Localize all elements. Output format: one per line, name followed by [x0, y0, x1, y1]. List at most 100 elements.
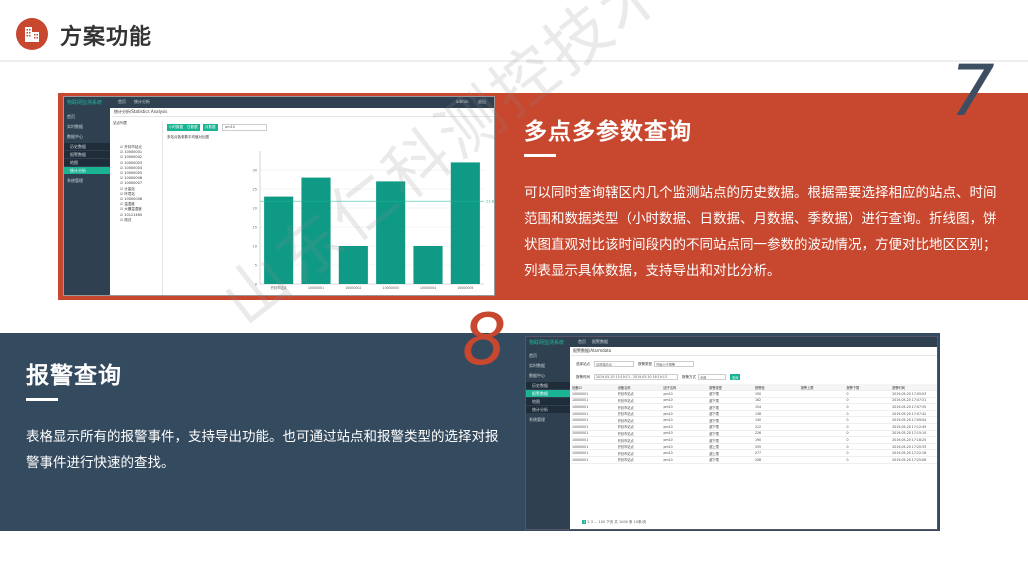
sidebar-item-alarm[interactable]: 报警数据 [532, 391, 548, 397]
sidebar-item-statistics[interactable]: 统计分析 [70, 168, 86, 174]
sidebar-item-map[interactable]: 地图 [70, 160, 78, 166]
tree-item[interactable]: ☑ 10000002 [120, 155, 142, 159]
table-row[interactable]: 10000001 开封市站点 pm10 超下限 226 0 2019-05-20 17:15… [571, 430, 937, 438]
statistics-screenshot: 物联网监测系统 首页 统计分析 admin 退出 首页 实时数据 数据中心 历史… [63, 96, 495, 296]
table-row[interactable]: 10000001 开封市站点 pm10 超下限 154 0 2019-05-20 17:07… [571, 403, 937, 411]
table-cell: 超下限 [708, 403, 754, 411]
alarm-mode-select[interactable]: 全部 [698, 374, 726, 380]
tree-item[interactable]: ☑ 10000004 [120, 166, 142, 170]
user-menu[interactable]: admin [456, 99, 469, 104]
factor-select[interactable]: pm10 [222, 124, 267, 131]
table-row[interactable]: 10000001 开封市站点 pm10 超下限 138 0 2019-05-20 17:07… [571, 410, 937, 418]
section-7-number: 7 [950, 50, 995, 132]
nav-statistics[interactable]: 统计分析 [134, 99, 150, 105]
reference-label: 21.8 [486, 200, 494, 204]
pager-text: 2 3 ... 100 下页 共 1000 条 10条/页 [587, 520, 647, 524]
table-cell: 开封市站点 [616, 443, 663, 451]
table-row[interactable]: 10000001 开封市站点 pm10 超上限 277 0 2019-05-20 17:22… [571, 449, 937, 458]
section-8-number: 8 [462, 299, 507, 381]
table-cell: 2019-05-20 17:07:31 [891, 397, 937, 405]
building-icon [16, 18, 48, 50]
table-cell: 超下限 [708, 416, 754, 425]
sidebar-item-system[interactable]: 系统管理 [67, 178, 83, 184]
table-cell: 开封市站点 [616, 397, 663, 405]
logout-link[interactable]: 退出 [478, 99, 486, 105]
column-header[interactable]: 报警类型 [708, 384, 754, 392]
tree-item[interactable]: ☑ 10000008 [120, 197, 142, 201]
table-cell: 开封市站点 [616, 449, 663, 458]
tab-daily[interactable]: 日数据 [185, 124, 200, 131]
tree-item[interactable]: ☑ 10000007 [120, 181, 142, 185]
table-cell: 10000001 [571, 390, 617, 398]
slide: 方案功能 7 物联网监测系统 首页 统计分析 admin 退出 首页 实时数据 … [0, 0, 1028, 578]
column-header[interactable]: 设备ID [571, 384, 617, 392]
breadcrumb: 报警数据/Alarmdata [571, 348, 937, 356]
sidebar-item-datacenter[interactable]: 数据中心 [529, 373, 545, 379]
table-cell [799, 416, 846, 425]
tree-item[interactable]: ☑ 10000005 [120, 171, 142, 175]
tree-item[interactable]: ☑ 10000001 [120, 150, 142, 154]
nav-home[interactable]: 首页 [118, 99, 126, 105]
x-tick-label: 10000004 [420, 286, 436, 290]
sidebar-item-home[interactable]: 首页 [529, 353, 537, 359]
table-cell: pm10 [662, 436, 709, 444]
nav-alarm[interactable]: 报警数据 [592, 339, 608, 345]
table-cell [799, 397, 846, 405]
tree-item[interactable]: ☑ 10000006 [120, 176, 142, 180]
column-header[interactable]: 报警时间 [891, 384, 937, 392]
station-select[interactable]: 请选择站点 [594, 361, 634, 367]
column-header[interactable]: 因子名称 [662, 384, 709, 392]
column-header[interactable]: 设备名称 [616, 384, 663, 392]
sidebar-item-map[interactable]: 地图 [532, 399, 540, 405]
table-cell: pm10 [662, 430, 709, 438]
tab-hourly[interactable]: 小时数据 [167, 124, 185, 131]
table-row[interactable]: 10000001 开封市站点 pm10 超下限 190 0 2019-05-20 17:18… [571, 436, 937, 444]
y-tick-label: 20 [253, 207, 257, 211]
table-cell: 0 [845, 436, 892, 444]
sidebar-item-datacenter[interactable]: 数据中心 [67, 134, 83, 140]
column-header[interactable]: 报警上限 [799, 384, 846, 392]
table-row[interactable]: 10000001 开封市站点 pm10 超下限 162 0 2019-05-20 17:07… [571, 397, 937, 405]
sidebar-item-realtime[interactable]: 实时数据 [67, 124, 83, 130]
nav-home[interactable]: 首页 [578, 339, 586, 345]
table-cell: 2019-05-20 17:25:06 [891, 456, 937, 464]
sidebar-item-history[interactable]: 历史数据 [70, 144, 86, 150]
sidebar-item-system[interactable]: 系统管理 [529, 417, 545, 423]
table-row[interactable]: 10000001 开封市站点 pm10 超上限 255 0 2019-05-20 17:20… [571, 443, 937, 451]
table-cell: 超下限 [708, 390, 754, 398]
tree-item[interactable]: ☑ 测试 [120, 218, 131, 223]
station-filter-label: 选择站点 [576, 362, 590, 366]
tree-item[interactable]: ☑ 10000003 [120, 161, 142, 165]
table-cell: 0 [845, 416, 892, 425]
table-cell: 255 [754, 443, 800, 451]
sidebar-item-realtime[interactable]: 实时数据 [529, 363, 545, 369]
query-button[interactable]: 查询 [730, 374, 741, 380]
table-cell: 226 [754, 430, 800, 438]
table-cell: 10000001 [571, 430, 617, 438]
tab-monthly[interactable]: 月数据 [203, 124, 218, 131]
table-row[interactable]: 10000001 开封市站点 pm10 超下限 208 0 2019-05-20 17:25… [571, 456, 937, 464]
section-8-title: 报警查询 [26, 363, 122, 389]
table-row[interactable]: 10000001 开封市站点 pm10 超下限 212 0 2019-05-20 17:12… [571, 423, 937, 431]
bar-chart: 0 5 10 15 20 25 30 开封市站点 10000001 10000002 1000000… [253, 151, 494, 290]
sidebar-item-history[interactable]: 历史数据 [532, 383, 548, 389]
section-7-title: 多点多参数查询 [524, 119, 692, 145]
table-row[interactable]: 10000001 开封市站点 pm10 超下限 150 0 2019-05-20 17:05… [571, 390, 937, 398]
alarm-type-select[interactable]: 开始小于报警 [654, 361, 694, 367]
table-cell: 开封市站点 [616, 456, 663, 464]
chart-bar [413, 246, 443, 284]
table-cell: 2019-05-20 17:20:33 [891, 443, 937, 451]
table-row[interactable]: 10000001 开封市站点 pm10 超下限 140 0 2019-05-20 17:09… [571, 416, 937, 425]
current-page[interactable]: 1 [582, 520, 587, 524]
sidebar-item-alarm[interactable]: 报警数据 [70, 152, 86, 158]
pagination[interactable]: 1 2 3 ... 100 下页 共 1000 条 10条/页 [582, 520, 646, 525]
table-cell [799, 403, 846, 411]
table-cell: 超下限 [708, 430, 754, 438]
sidebar-item-statistics[interactable]: 统计分析 [532, 407, 548, 413]
tree-item[interactable]: ☑ 10121465 [120, 213, 142, 217]
column-header[interactable]: 报警下限 [845, 384, 892, 392]
sidebar-item-home[interactable]: 首页 [67, 114, 75, 120]
app-topbar: 物联网监测系统 首页 报警数据 [526, 337, 937, 347]
column-header[interactable]: 报警值 [754, 384, 800, 392]
time-range-input[interactable]: 2019-05-20 15:19:13 - 2019-05-20 16:19:1… [594, 374, 678, 380]
